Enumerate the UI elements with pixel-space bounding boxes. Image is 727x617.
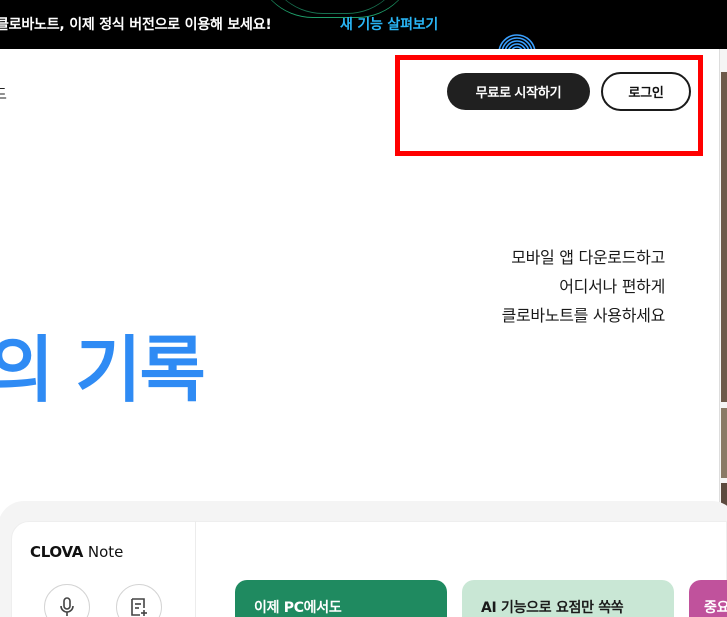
login-button[interactable]: 로그인	[601, 72, 691, 111]
mic-icon	[60, 597, 74, 616]
promo-line: 어디서나 편하게	[559, 277, 665, 296]
nav-item-partial[interactable]: 드	[0, 84, 7, 104]
promo-banner: 클로바노트, 이제 정식 버전으로 이용해 보세요! 새 기능 살펴보기	[0, 0, 727, 49]
memo-add-icon	[131, 598, 147, 616]
side-image-strip	[721, 408, 727, 478]
brand-bold: CLOVA	[30, 543, 84, 561]
wave-rings-icon	[498, 34, 536, 49]
sidebar-divider	[195, 521, 196, 617]
app-download-promo: 모바일 앱 다운로드하고 어디서나 편하게 클로바노트를 사용하세요	[501, 243, 666, 330]
feature-card-important[interactable]: 중요	[689, 580, 727, 617]
side-image-strip	[721, 72, 727, 402]
clova-note-logo: CLOVA Note	[30, 543, 123, 561]
start-free-button[interactable]: 무료로 시작하기	[447, 73, 590, 110]
feature-card-ai-summary[interactable]: AI 기능으로 요점만 쏙쏙	[462, 580, 674, 617]
page: 클로바노트, 이제 정식 버전으로 이용해 보세요! 새 기능 살펴보기 드 무…	[0, 0, 727, 617]
promo-line: 클로바노트를 사용하세요	[501, 306, 666, 325]
whats-new-link[interactable]: 새 기능 살펴보기	[340, 14, 438, 34]
feature-card-pc[interactable]: 이제 PC에서도	[235, 580, 447, 617]
brand-rest: Note	[87, 543, 124, 561]
promo-line: 모바일 앱 다운로드하고	[511, 248, 665, 267]
hero-title: 의 기록	[0, 328, 206, 412]
banner-message: 클로바노트, 이제 정식 버전으로 이용해 보세요!	[0, 17, 272, 33]
